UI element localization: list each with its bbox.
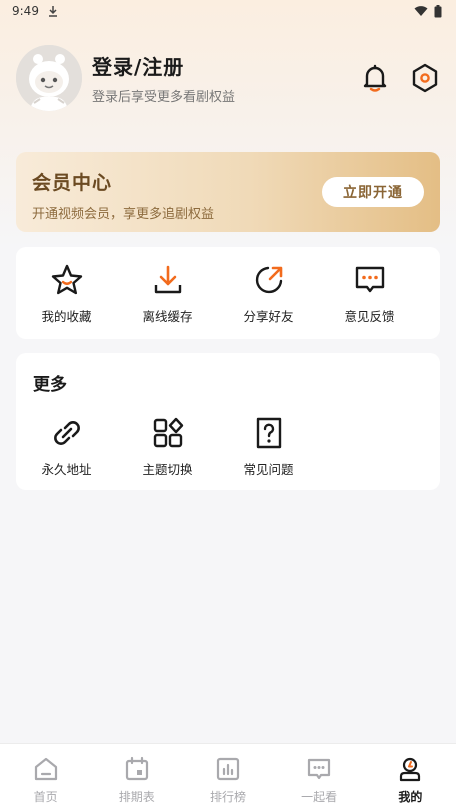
more-section-card: 更多 永久地址 主题切换 常见问题 [16,353,440,490]
chart-icon [216,757,240,781]
share-icon [255,266,282,294]
notification-button[interactable] [360,63,390,93]
bell-icon [363,64,387,92]
nav-label: 排行榜 [209,790,246,804]
profile-icon [400,757,421,782]
watch-together-icon [308,758,331,780]
open-membership-button[interactable]: 立即开通 [322,177,424,207]
nav-label: 首页 [33,790,58,804]
download-icon [154,265,181,294]
theme-icon [153,417,183,448]
link-icon [53,421,80,445]
quick-action-label: 离线缓存 [142,309,193,324]
more-item-permanent-address[interactable]: 永久地址 [16,415,117,478]
login-benefit-subtitle: 登录后享受更多看剧权益 [92,90,236,105]
battery-icon [434,4,442,17]
nav-label: 排期表 [118,790,155,804]
quick-actions-card: 我的收藏 离线缓存 分享好友 意见反馈 [16,247,440,339]
bottom-navigation: 首页 排期表 排行榜 一起看 我的 [0,743,456,811]
quick-action-label: 分享好友 [243,309,294,324]
faq-icon [256,417,281,449]
download-status-icon [48,6,57,17]
settings-button[interactable] [410,63,440,93]
quick-action-share[interactable]: 分享好友 [218,262,319,325]
home-icon [34,757,57,781]
quick-action-offline-cache[interactable]: 离线缓存 [117,262,218,325]
nav-label: 一起看 [301,790,338,804]
more-item-label: 永久地址 [41,462,92,477]
nav-label: 我的 [398,790,423,804]
more-section-title: 更多 [33,375,67,395]
settings-hexagon-icon [412,63,438,93]
status-bar: 9:49 [0,0,456,22]
profile-header[interactable]: 登录/注册 登录后享受更多看剧权益 [16,44,440,112]
quick-action-label: 意见反馈 [344,309,395,324]
more-item-label: 主题切换 [142,462,193,477]
star-icon [51,264,82,295]
quick-action-favorites[interactable]: 我的收藏 [16,262,117,325]
more-item-faq[interactable]: 常见问题 [218,415,319,478]
quick-action-label: 我的收藏 [41,309,92,324]
nav-item-watch-together[interactable]: 一起看 [274,744,365,811]
avatar[interactable] [16,45,82,111]
avatar-mascot-icon [16,45,82,111]
wifi-icon [414,6,428,16]
status-time: 9:49 [12,4,39,18]
nav-item-profile[interactable]: 我的 [365,744,456,811]
feedback-icon [355,266,384,293]
nav-item-schedule[interactable]: 排期表 [91,744,182,811]
more-item-label: 常见问题 [243,462,294,477]
more-item-theme-switch[interactable]: 主题切换 [117,415,218,478]
quick-action-feedback[interactable]: 意见反馈 [319,262,420,325]
login-register-title[interactable]: 登录/注册 [92,51,360,80]
member-center-card[interactable]: 会员中心 开通视频会员，享更多追剧权益 立即开通 [16,152,440,232]
calendar-icon [125,756,148,781]
nav-item-ranking[interactable]: 排行榜 [182,744,273,811]
nav-item-home[interactable]: 首页 [0,744,91,811]
